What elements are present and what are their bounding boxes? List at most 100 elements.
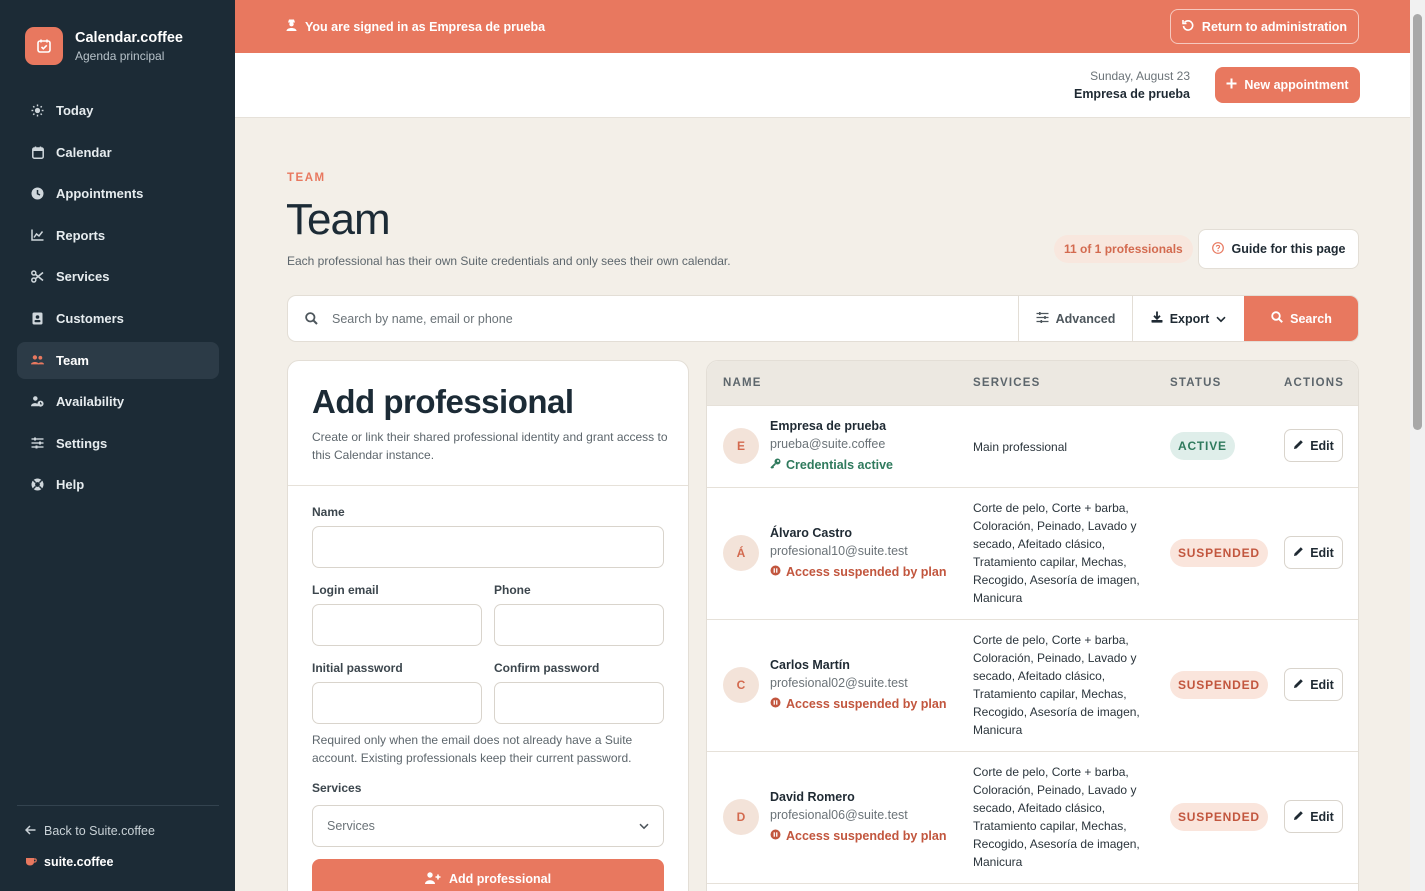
- name-label: Name: [312, 505, 345, 519]
- user-secret-icon: [286, 19, 297, 34]
- pause-circle-icon: [770, 565, 781, 579]
- column-header-name: NAME: [723, 377, 762, 389]
- table-row[interactable]: D David Romero profesional06@suite.test …: [707, 751, 1358, 883]
- add-professional-button-label: Add professional: [448, 872, 552, 886]
- sidebar-item-calendar[interactable]: Calendar: [17, 134, 219, 171]
- professional-email: profesional06@suite.test: [770, 808, 908, 822]
- column-header-actions: ACTIONS: [1284, 377, 1345, 389]
- avatar: D: [723, 799, 759, 835]
- phone-label: Phone: [494, 583, 531, 597]
- services-select[interactable]: Services: [312, 805, 664, 847]
- pencil-icon: [1293, 678, 1304, 692]
- access-status-text: Access suspended by plan: [786, 697, 947, 711]
- brand-title: Calendar.coffee: [75, 29, 183, 46]
- pencil-icon: [1293, 810, 1304, 824]
- sidebar-item-label: Reports: [56, 227, 106, 243]
- sidebar-item-label: Customers: [56, 310, 124, 326]
- download-icon: [1151, 311, 1163, 326]
- professional-email: profesional02@suite.test: [770, 676, 908, 690]
- suite-brand-label: suite.coffee: [44, 855, 114, 869]
- top-header: Sunday, August 23 Empresa de prueba New …: [235, 53, 1410, 118]
- export-dropdown-button[interactable]: Export: [1132, 296, 1244, 341]
- professional-email: profesional10@suite.test: [770, 544, 908, 558]
- sidebar-item-services[interactable]: Services: [17, 258, 219, 295]
- sidebar-item-availability[interactable]: Availability: [17, 383, 219, 420]
- access-status: Access suspended by plan: [770, 565, 946, 579]
- sidebar-item-reports[interactable]: Reports: [17, 217, 219, 254]
- sidebar-item-today[interactable]: Today: [17, 92, 219, 129]
- sidebar-item-team[interactable]: Team: [17, 341, 219, 379]
- table-row[interactable]: [707, 883, 1358, 891]
- table-header: NAME SERVICES STATUS ACTIONS: [707, 361, 1358, 405]
- column-header-status: STATUS: [1170, 377, 1222, 389]
- edit-label: Edit: [1310, 438, 1334, 453]
- contact-icon: [31, 312, 44, 325]
- search-input[interactable]: [332, 296, 1012, 341]
- question-circle-icon: [1211, 241, 1224, 257]
- new-appointment-button[interactable]: New appointment: [1215, 67, 1360, 103]
- guide-button-label: Guide for this page: [1231, 242, 1346, 256]
- sidebar-divider: [17, 805, 219, 806]
- sidebar-item-label: Today: [56, 103, 94, 118]
- table-row[interactable]: Á Álvaro Castro profesional10@suite.test…: [707, 487, 1358, 619]
- advanced-filters-button[interactable]: Advanced: [1018, 296, 1132, 341]
- sidebar-item-appointments[interactable]: Appointments: [17, 175, 219, 212]
- chevron-down-icon: [1216, 312, 1226, 326]
- sidebar: Calendar.coffee Agenda principal Today C…: [0, 0, 235, 891]
- phone-field[interactable]: [494, 604, 664, 646]
- sidebar-item-label: Calendar: [56, 144, 112, 160]
- search-button[interactable]: Search: [1244, 296, 1358, 341]
- edit-button[interactable]: Edit: [1284, 429, 1343, 462]
- search-icon: [305, 312, 318, 328]
- status-badge: SUSPENDED: [1170, 671, 1268, 699]
- avatar: Á: [723, 535, 759, 571]
- advanced-label: Advanced: [1055, 311, 1116, 326]
- sidebar-item-settings[interactable]: Settings: [17, 425, 219, 462]
- scrollbar-thumb[interactable]: [1413, 14, 1422, 430]
- card-divider: [288, 485, 688, 486]
- export-label: Export: [1169, 311, 1210, 326]
- calendar-check-icon: [25, 27, 63, 65]
- password-help-text: Required only when the email does not al…: [312, 733, 633, 765]
- credentials-status: Credentials active: [770, 458, 893, 472]
- edit-button[interactable]: Edit: [1284, 668, 1343, 701]
- table-row[interactable]: C Carlos Martín profesional02@suite.test…: [707, 619, 1358, 751]
- credentials-status-text: Credentials active: [786, 458, 893, 472]
- table-row[interactable]: E Empresa de prueba prueba@suite.coffee …: [707, 405, 1358, 487]
- current-date: Sunday, August 23: [1090, 69, 1190, 83]
- professional-services: Corte de pelo, Corte + barba, Coloración…: [973, 501, 1140, 605]
- professional-name: David Romero: [770, 790, 855, 804]
- page-guide-button[interactable]: Guide for this page: [1198, 229, 1359, 269]
- brand[interactable]: Calendar.coffee Agenda principal: [25, 27, 183, 65]
- edit-button[interactable]: Edit: [1284, 536, 1343, 569]
- edit-button[interactable]: Edit: [1284, 800, 1343, 833]
- back-to-suite-link[interactable]: Back to Suite.coffee: [24, 824, 155, 838]
- name-field[interactable]: [312, 526, 664, 568]
- return-button-label: Return to administration: [1201, 19, 1348, 34]
- edit-label: Edit: [1310, 677, 1334, 692]
- sidebar-item-label: Availability: [56, 394, 125, 410]
- access-status: Access suspended by plan: [770, 829, 946, 843]
- professional-services: Corte de pelo, Corte + barba, Coloración…: [973, 633, 1140, 737]
- sidebar-item-label: Help: [56, 477, 85, 493]
- access-status: Access suspended by plan: [770, 697, 946, 711]
- plus-icon: [1226, 78, 1237, 92]
- back-link-label: Back to Suite.coffee: [44, 824, 155, 838]
- page-scrollbar[interactable]: [1410, 0, 1425, 891]
- add-professional-card: Add professional Create or link their sh…: [287, 360, 689, 891]
- sidebar-item-help[interactable]: Help: [17, 466, 219, 503]
- status-badge: SUSPENDED: [1170, 803, 1268, 831]
- professional-name: Carlos Martín: [770, 658, 850, 672]
- return-to-administration-button[interactable]: Return to administration: [1170, 9, 1359, 44]
- new-appointment-label: New appointment: [1244, 78, 1349, 92]
- initial-password-field[interactable]: [312, 682, 482, 724]
- login-email-field[interactable]: [312, 604, 482, 646]
- add-professional-title: Add professional: [312, 383, 574, 420]
- professional-name: Empresa de prueba: [770, 419, 887, 433]
- sidebar-item-customers[interactable]: Customers: [17, 300, 219, 337]
- status-badge: ACTIVE: [1170, 432, 1235, 460]
- add-professional-button[interactable]: Add professional: [312, 859, 664, 891]
- sidebar-item-label: Team: [56, 352, 89, 368]
- confirm-password-field[interactable]: [494, 682, 664, 724]
- banner-message-text: You are signed in as Empresa de prueba: [305, 19, 546, 34]
